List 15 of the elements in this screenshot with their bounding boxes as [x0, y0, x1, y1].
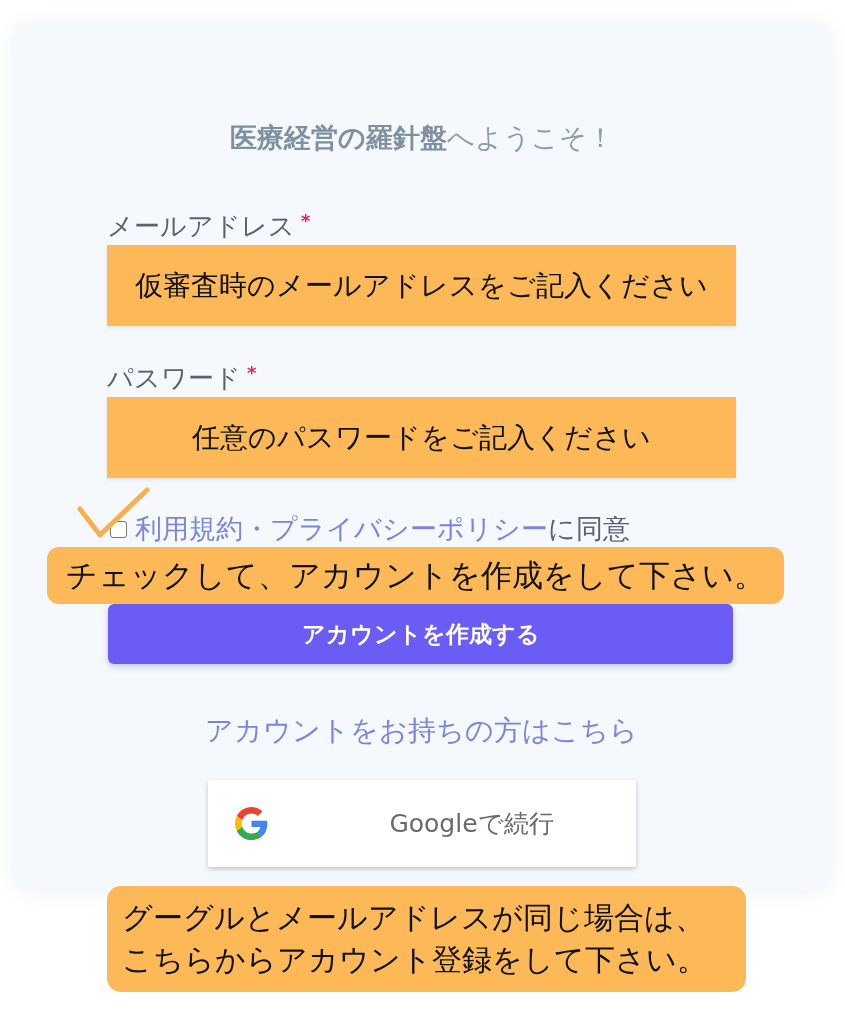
annotation-note: 任意のパスワードをご記入ください — [107, 397, 736, 478]
annotation-note: 仮審査時のメールアドレスをご記入ください — [107, 245, 736, 326]
field-label: パスワード — [107, 364, 241, 392]
google-button[interactable]: Googleで続行 — [207, 780, 636, 867]
google-logo-icon — [234, 807, 268, 840]
field-label: メールアドレス — [107, 212, 295, 240]
create-account-button[interactable]: アカウントを作成する — [108, 604, 733, 664]
terms-link[interactable]: 利用規約・プライバシーポリシー — [135, 513, 548, 544]
annotation-note: チェックして、アカウントを作成をして下さい。 — [47, 547, 784, 604]
welcome-heading: 医療経営の羅針盤へようこそ！ — [228, 124, 615, 152]
required-mark: * — [247, 364, 257, 382]
annotation-note: グーグルとメールアドレスが同じ場合は、 こちらからアカウント登録をして下さい。 — [107, 886, 746, 992]
required-mark: * — [301, 212, 311, 230]
agree-label: 利用規約・プライバシーポリシーに同意 — [135, 512, 630, 546]
login-link[interactable]: アカウントをお持ちの方はこちら — [205, 717, 638, 745]
